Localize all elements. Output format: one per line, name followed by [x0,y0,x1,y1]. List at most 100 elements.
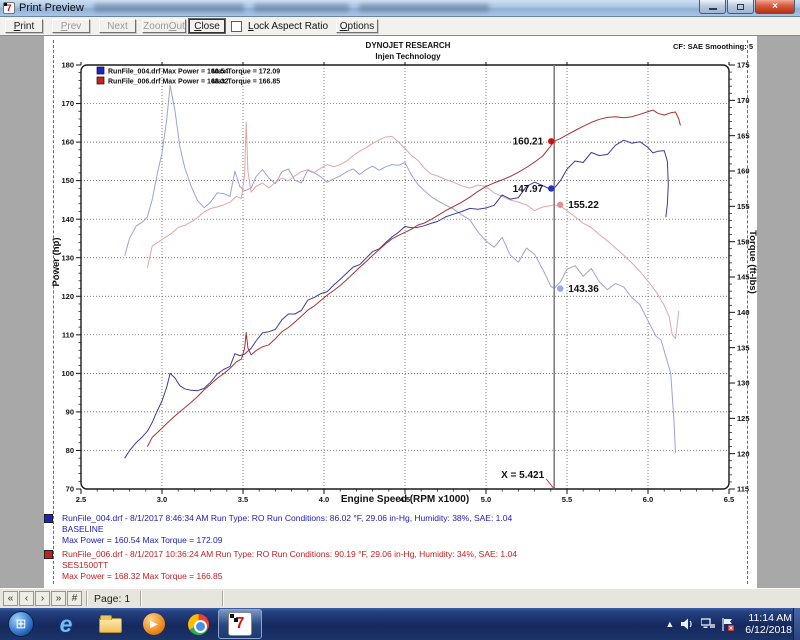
redacted-title-text [359,4,489,12]
right-tick-label: 140 [737,308,750,317]
left-tick-label: 150 [61,176,74,185]
right-tick-label: 170 [737,96,750,105]
cursor-leader-line [546,479,554,489]
print-preview-toolbar: Print Prev Next Zoom Out Close Lock Aspe… [0,17,800,36]
chrome-icon [188,614,209,635]
right-tick-label: 155 [737,202,750,211]
maximize-icon [737,4,744,10]
cursor-marker-dot [548,138,554,144]
redacted-title-text [254,4,349,12]
left-tick-label: 160 [61,138,74,147]
volume-icon[interactable] [681,618,694,630]
windows-taskbar: ⊞ e ▶ 7 ▲ 11:14 AM 6/12/2018 [0,608,800,640]
x-axis-title: Engine Speed (RPM x1000) [285,494,525,505]
cursor-marker-value: 143.36 [568,284,599,295]
run-color-swatch-blue [44,514,53,523]
legend-run-label: RunFile_004.drf Max Power = 160.54 [108,69,229,76]
statusbar-divider [140,591,142,606]
legend-torque-label: Max Torque = 166.85 [212,79,280,86]
goto-page-button[interactable]: # [67,591,82,606]
network-icon[interactable] [701,618,715,630]
taskbar-item-chrome[interactable] [178,610,218,638]
run-color-swatch-red [44,550,53,559]
left-tick-label: 90 [66,408,74,417]
run-name: SES1500TT [62,560,517,571]
start-button[interactable]: ⊞ [8,611,34,637]
cursor-marker-value: 160.21 [513,137,544,148]
minimize-button[interactable] [699,0,726,14]
left-tick-label: 170 [61,99,74,108]
left-tick-label: 70 [66,485,74,494]
clock-date: 6/12/2018 [745,624,792,636]
series-ses1500tt-power [147,110,680,447]
next-page-button[interactable]: › [35,591,50,606]
prev-page-button[interactable]: ‹ [19,591,34,606]
x-tick-label: 6.5 [724,495,734,504]
run-name: BASELINE [62,524,512,535]
right-tick-label: 130 [737,379,750,388]
x-tick-label: 6.0 [643,495,653,504]
statusbar-divider [222,591,224,606]
winpep-7-icon: 7 [228,612,252,636]
system-tray: ▲ 11:14 AM 6/12/2018 [665,608,792,640]
page-number-label: Page: 1 [94,593,130,605]
next-button[interactable]: Next [99,19,136,33]
right-tick-label: 120 [737,449,750,458]
maximize-button[interactable] [727,0,754,14]
right-tick-label: 160 [737,167,750,176]
media-player-icon: ▶ [143,613,165,635]
run-conditions-line: RunFile_006.drf - 8/1/2017 10:36:24 AM R… [62,549,517,560]
right-tick-label: 165 [737,131,750,140]
print-button[interactable]: Print [5,19,43,33]
first-page-button[interactable]: « [3,591,18,606]
run-details-footer: RunFile_004.drf - 8/1/2017 8:46:34 AM Ru… [44,513,517,585]
last-page-button[interactable]: » [51,591,66,606]
redacted-title-text [94,4,244,12]
left-tick-label: 130 [61,253,74,262]
run-conditions-line: RunFile_004.drf - 8/1/2017 8:46:34 AM Ru… [62,513,512,524]
zoom-out-button[interactable]: Zoom Out [142,19,186,33]
right-tick-label: 135 [737,343,750,352]
right-tick-label: 115 [737,485,749,494]
taskbar-item-file-explorer[interactable] [90,610,130,638]
left-tick-label: 100 [61,369,74,378]
action-center-flag-icon[interactable] [722,618,734,631]
title-bar[interactable]: 7 Print Preview × [0,0,800,17]
windows-logo-icon: ⊞ [16,616,27,632]
series-baseline-power [125,140,669,458]
cursor-marker-dot [548,185,554,191]
taskbar-clock[interactable]: 11:14 AM 6/12/2018 [745,612,792,636]
lock-aspect-ratio-checkbox[interactable] [231,21,242,32]
lock-aspect-ratio-label: Lock Aspect Ratio [248,21,328,32]
left-tick-label: 120 [61,292,74,301]
right-tick-label: 125 [737,414,750,423]
show-desktop-button[interactable] [793,608,800,640]
prev-button[interactable]: Prev [52,19,90,33]
close-window-button[interactable]: × [755,0,795,14]
taskbar-item-media-player[interactable]: ▶ [134,610,174,638]
x-tick-label: 3.0 [157,495,167,504]
legend-run-label: RunFile_006.drf Max Power = 168.32 [108,79,229,86]
app-icon: 7 [3,2,15,14]
cursor-marker-dot [557,202,563,208]
x-tick-label: 5.5 [562,495,572,504]
left-axis-title: Power (hp) [51,222,63,302]
right-tick-label: 175 [737,61,750,70]
close-preview-button[interactable]: Close [189,19,225,33]
cursor-marker-value: 155.22 [568,200,599,211]
show-hidden-icons-button[interactable]: ▲ [665,619,674,629]
run-max-values: Max Power = 160.54 Max Torque = 172.09 [62,535,512,546]
options-button[interactable]: Options [336,19,378,33]
taskbar-item-winpep-active[interactable]: 7 [218,609,262,639]
cursor-marker-value: 147.97 [513,184,544,195]
run-max-values: Max Power = 168.32 Max Torque = 166.85 [62,571,517,582]
left-tick-label: 140 [61,215,74,224]
taskbar-item-internet-explorer[interactable]: e [46,610,86,638]
window-title: Print Preview [19,2,84,14]
clock-time: 11:14 AM [745,612,792,624]
left-tick-label: 80 [66,446,74,455]
run-details-ses1500tt: RunFile_006.drf - 8/1/2017 10:36:24 AM R… [44,549,517,582]
run-details-baseline: RunFile_004.drf - 8/1/2017 8:46:34 AM Ru… [44,513,517,546]
series-baseline-torque [125,86,676,454]
x-tick-label: 3.5 [238,495,248,504]
